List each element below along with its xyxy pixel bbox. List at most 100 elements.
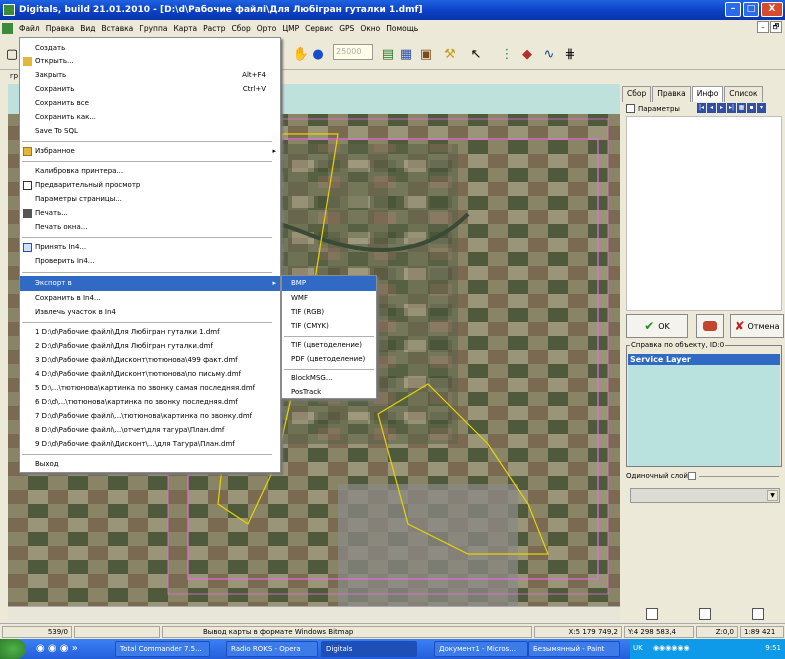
menu-view[interactable]: Вид [77,24,98,33]
menu-file[interactable]: Файл [16,24,43,33]
menu-item-page-setup[interactable]: Параметры страницы... [20,192,280,207]
language-indicator[interactable]: UK [633,644,643,652]
tab-list[interactable]: Список [724,86,763,102]
task-digitals[interactable]: Digitals [321,641,417,657]
curve-icon[interactable]: ∿ [539,44,559,64]
task-opera[interactable]: Radio ROKS - Opera [226,641,318,657]
recent-file-2[interactable]: 2 D:\d\Рабочие файлі\Для Любігран гуталк… [20,339,280,354]
menu-item-export[interactable]: Экспорт в ▸ [20,276,280,291]
tools-icon[interactable]: ⚒ [440,44,460,64]
menu-item-extract-in4[interactable]: Извлечь участок в In4 [20,305,280,320]
maximize-button[interactable]: □ [743,2,759,17]
recent-file-8[interactable]: 8 D:\d\Рабочие файлі\...\отчет\для тагур… [20,423,280,438]
properties-icon[interactable]: ▣ [416,44,436,64]
ok-button[interactable]: ✔ OK [626,314,688,338]
clock[interactable]: 9:51 [765,644,781,652]
export-wmf[interactable]: WMF [282,291,376,306]
close-button[interactable]: X [761,2,783,17]
quicklaunch-icons[interactable]: ◉ ◉ ◉ » [36,643,78,654]
export-blockmsg[interactable]: BlockMSG... [282,371,376,386]
export-tif-cmyk[interactable]: TIF (CMYK) [282,319,376,334]
next-record-button[interactable]: ▸ [717,103,726,113]
panel-button-3[interactable] [751,608,764,620]
chevron-down-icon[interactable]: ▼ [767,490,778,501]
single-layer-checkbox[interactable] [687,472,696,480]
layers-icon[interactable]: ▤ [378,44,398,64]
menu-item-save-in4[interactable]: Сохранить в In4... [20,291,280,306]
recent-file-6[interactable]: 6 D:\d\...\тютюнова\картинка по звонку п… [20,395,280,410]
menu-item-exit[interactable]: Выход [20,457,280,472]
menu-help[interactable]: Помощь [383,24,421,33]
menu-item-save-as[interactable]: Сохранить как... [20,110,280,125]
menu-item-printer-calibration[interactable]: Калибровка принтера... [20,164,280,179]
menu-edit[interactable]: Правка [43,24,78,33]
vector-icon[interactable]: ⋕ [560,44,580,64]
menu-item-save-to-sql[interactable]: Save To SQL [20,124,280,139]
tab-collect[interactable]: Сбор [622,86,652,102]
task-total-commander[interactable]: Total Commander 7.5... [115,641,210,657]
minimize-button[interactable]: – [725,2,741,17]
info-icon[interactable]: ● [308,44,328,64]
recent-file-4[interactable]: 4 D:\d\Рабочие файлі\Дисконт\тютюнова\по… [20,367,280,382]
menu-ortho[interactable]: Орто [254,24,280,33]
table-icon[interactable]: ▦ [396,44,416,64]
palette-icon[interactable]: ◆ [517,44,537,64]
menu-group[interactable]: Группа [136,24,170,33]
object-help-list[interactable]: Service Layer [628,354,780,466]
menu-collect[interactable]: Сбор [229,24,254,33]
layer-combo[interactable]: ▼ [630,488,780,503]
cancel-button[interactable]: ✘ Отмена [730,314,784,338]
mdi-restore-button[interactable]: 🗗 [770,21,782,33]
menu-item-check-in4[interactable]: Проверить In4... [20,254,280,269]
last-record-button[interactable]: ▸| [727,103,736,113]
view-button[interactable] [696,314,724,338]
menu-item-close[interactable]: Закрыть Alt+F4 [20,68,280,83]
menu-gps[interactable]: GPS [336,24,357,33]
save-icon[interactable]: ▪ [747,103,756,113]
menu-item-save[interactable]: Сохранить Ctrl+V [20,82,280,97]
panel-button-2[interactable] [698,608,711,620]
recent-file-5[interactable]: 5 D:\...\тютюнова\картинка по звонку сам… [20,381,280,396]
params-checkbox[interactable] [626,104,635,113]
menu-item-print-preview[interactable]: Предварительный просмотр [20,178,280,193]
export-tif-rgb[interactable]: TIF (RGB) [282,305,376,320]
mdi-minimize-button[interactable]: – [757,21,769,33]
tab-info[interactable]: Инфо [691,86,724,102]
export-postrack[interactable]: PosTrack [282,385,376,400]
menu-raster[interactable]: Растр [200,24,228,33]
map-tab-label[interactable]: гр [10,72,18,80]
recent-file-3[interactable]: 3 D:\d\Рабочие файлі\Дисконт\тютюнова\49… [20,353,280,368]
menu-window[interactable]: Окно [357,24,383,33]
menu-dem[interactable]: ЦМР [279,24,302,33]
cursor-icon[interactable]: ↖ [466,44,486,64]
scale-input[interactable]: 25000 [333,44,373,60]
grid-icon[interactable]: ▦ [737,103,746,113]
recent-file-9[interactable]: 9 D:\d\Рабочие файлі\Дисконт\...\для Таг… [20,437,280,452]
first-record-button[interactable]: |◂ [697,103,706,113]
menu-item-open[interactable]: Открыть... [20,54,280,69]
start-button[interactable] [0,639,26,659]
menu-service[interactable]: Сервис [302,24,336,33]
menu-item-favorites[interactable]: Избранное ▸ [20,144,280,159]
recent-file-7[interactable]: 7 D:\d\Рабочие файлі\...\тютюнова\картин… [20,409,280,424]
menu-item-accept-in4[interactable]: Принять In4... [20,240,280,255]
export-bmp[interactable]: BMP [282,276,376,291]
service-layer-item[interactable]: Service Layer [628,354,780,365]
tab-edit[interactable]: Правка [652,86,691,102]
export-pdf-separation[interactable]: PDF (цветоделение) [282,352,376,367]
traffic-icon[interactable]: ⋮ [497,44,517,64]
menu-insert[interactable]: Вставка [99,24,137,33]
menu-item-save-all[interactable]: Сохранить все [20,96,280,111]
menu-item-print-window[interactable]: Печать окна... [20,220,280,235]
menu-map[interactable]: Карта [170,24,200,33]
options-icon[interactable]: ▾ [757,103,766,113]
panel-button-1[interactable] [646,608,659,620]
task-paint[interactable]: Безымянный - Paint [528,641,620,657]
menu-item-print[interactable]: Печать... [20,206,280,221]
export-tif-separation[interactable]: TIF (цветоделение) [282,338,376,353]
task-word[interactable]: Документ1 - Micros... [434,641,528,657]
prev-record-button[interactable]: ◂ [707,103,716,113]
map-horizontal-scrollbar[interactable] [8,606,620,622]
recent-file-1[interactable]: 1 D:\d\Рабочие файлі\Для Любігран гуталк… [20,325,280,340]
tray-icons[interactable]: ◉◉◉◉◉◉ [653,644,690,652]
